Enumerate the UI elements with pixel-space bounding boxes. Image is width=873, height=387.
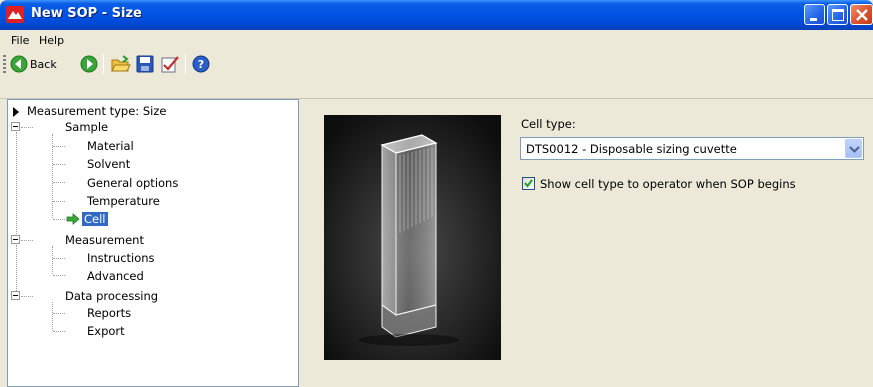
tree-item-data-processing[interactable]: Data processing bbox=[65, 289, 158, 303]
back-arrow-icon bbox=[10, 55, 28, 73]
tree-item-instructions[interactable]: Instructions bbox=[87, 251, 155, 265]
open-folder-icon[interactable] bbox=[111, 55, 131, 73]
cuvette-photo bbox=[324, 115, 501, 360]
toolbar-grip[interactable] bbox=[3, 55, 6, 73]
tree-item-measurement[interactable]: Measurement bbox=[65, 233, 144, 247]
collapse-sample-icon[interactable] bbox=[11, 122, 20, 131]
cell-type-label: Cell type: bbox=[521, 117, 576, 131]
tree-item-cell[interactable]: Cell bbox=[82, 212, 108, 226]
help-icon[interactable]: ? bbox=[192, 55, 210, 73]
forward-arrow-icon[interactable] bbox=[80, 55, 98, 73]
app-icon bbox=[6, 6, 24, 23]
window-title: New SOP - Size bbox=[31, 6, 142, 21]
chevron-down-icon bbox=[849, 146, 860, 153]
cuvette-image bbox=[324, 115, 501, 360]
tree-item-general-options[interactable]: General options bbox=[87, 176, 178, 190]
maximize-button[interactable] bbox=[827, 4, 848, 25]
cell-type-select[interactable]: DTS0012 - Disposable sizing cuvette bbox=[520, 137, 864, 160]
collapse-data-processing-icon[interactable] bbox=[11, 291, 20, 300]
play-arrow-icon bbox=[13, 107, 19, 117]
tree-item-temperature[interactable]: Temperature bbox=[87, 194, 160, 208]
show-cell-type-label[interactable]: Show cell type to operator when SOP begi… bbox=[540, 177, 796, 191]
show-cell-type-checkbox[interactable] bbox=[522, 177, 535, 190]
toolbar-separator bbox=[185, 54, 186, 74]
toolbar-separator bbox=[103, 54, 104, 74]
menu-bar: File Help bbox=[0, 30, 873, 52]
menu-file[interactable]: File bbox=[11, 34, 29, 47]
close-button[interactable] bbox=[850, 4, 873, 25]
close-icon bbox=[856, 9, 868, 21]
back-label: Back bbox=[30, 58, 57, 71]
svg-text:?: ? bbox=[198, 58, 204, 71]
cell-type-dropdown-button[interactable] bbox=[845, 139, 862, 158]
tree-item-material[interactable]: Material bbox=[87, 139, 134, 153]
toolbar: Back ? bbox=[0, 52, 873, 99]
minimize-button[interactable] bbox=[804, 4, 825, 25]
save-icon[interactable] bbox=[136, 55, 154, 73]
menu-help[interactable]: Help bbox=[39, 34, 64, 47]
tree-item-sample[interactable]: Sample bbox=[65, 120, 108, 134]
sop-tree[interactable]: Measurement type: Size Sample Material S… bbox=[7, 99, 299, 387]
edit-check-icon[interactable] bbox=[160, 55, 180, 73]
maximize-icon bbox=[832, 9, 844, 21]
title-bar[interactable]: New SOP - Size bbox=[0, 0, 873, 30]
tree-item-solvent[interactable]: Solvent bbox=[87, 157, 130, 171]
back-button[interactable]: Back bbox=[10, 55, 70, 73]
current-page-arrow-icon bbox=[66, 213, 80, 225]
collapse-measurement-icon[interactable] bbox=[11, 235, 20, 244]
minimize-icon bbox=[810, 18, 817, 21]
tree-item-export[interactable]: Export bbox=[87, 324, 125, 338]
tree-item-advanced[interactable]: Advanced bbox=[87, 269, 144, 283]
tree-item-reports[interactable]: Reports bbox=[87, 306, 131, 320]
tree-root-label[interactable]: Measurement type: Size bbox=[27, 104, 166, 118]
checkmark-icon bbox=[524, 179, 533, 188]
cell-type-value: DTS0012 - Disposable sizing cuvette bbox=[526, 142, 737, 156]
